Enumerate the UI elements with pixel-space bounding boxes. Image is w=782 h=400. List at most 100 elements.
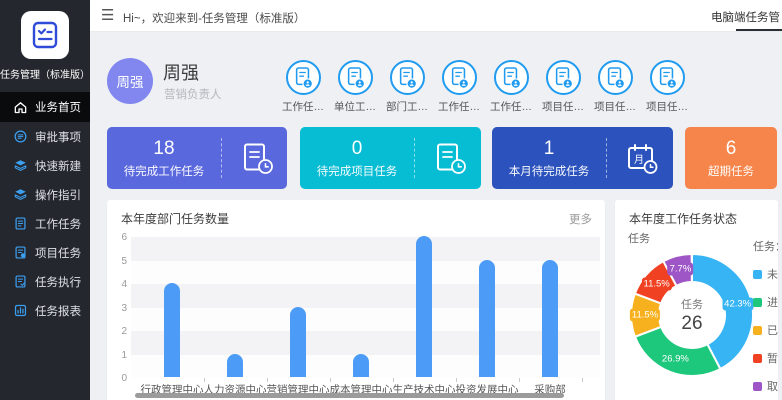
slice-percent-label: 26.9%: [660, 352, 691, 365]
quick-action-4[interactable]: 工作任…: [433, 60, 485, 114]
quick-action-8[interactable]: 项目任…: [641, 60, 693, 114]
bar-行政管理中心: [164, 283, 180, 377]
bar-chart-panel: 本年度部门任务数量 更多 行政管理中心人力资源中心营销管理中心成本管理中心生产技…: [107, 200, 605, 400]
stat-value: 6: [726, 138, 737, 160]
y-axis-tick: 2: [109, 326, 127, 337]
quick-action-label: 部门工…: [381, 99, 433, 114]
chevron-right-icon: ›: [77, 305, 81, 317]
legend-item-3[interactable]: 已: [753, 322, 778, 338]
avatar: 周强: [107, 58, 153, 104]
tab-pc-task[interactable]: 电脑端任务管: [711, 9, 780, 25]
more-link[interactable]: 更多: [569, 211, 592, 227]
bar-人力资源中心: [227, 354, 243, 378]
sidebar-item-6[interactable]: 项目任务›: [0, 238, 90, 267]
task-doc-icon: [286, 60, 321, 95]
legend-item-5[interactable]: 取: [753, 378, 778, 394]
sidebar-item-4[interactable]: 操作指引: [0, 180, 90, 209]
sidebar-item-2[interactable]: 审批事项: [0, 122, 90, 151]
legend-title: 任务：: [753, 238, 778, 254]
quick-action-1[interactable]: 工作任…: [277, 60, 329, 114]
chevron-right-icon: ›: [77, 218, 81, 230]
quick-action-5[interactable]: 工作任…: [485, 60, 537, 114]
sidebar-item-label: 业务首页: [35, 99, 81, 115]
y-axis-tick: 4: [109, 279, 127, 290]
sidebar-item-8[interactable]: 任务报表›: [0, 296, 90, 325]
slice-percent-label: 11.5%: [642, 278, 672, 291]
donut-center-value: 26: [652, 313, 732, 335]
quick-action-label: 项目任…: [641, 99, 693, 114]
stat-card-4[interactable]: 6 超期任务: [685, 127, 777, 189]
stat-card-3[interactable]: 1 本月待完成任务 月: [492, 127, 673, 189]
quick-action-label: 工作任…: [485, 99, 537, 114]
quick-action-2[interactable]: 单位工…: [329, 60, 381, 114]
svg-text:月: 月: [634, 154, 644, 166]
bar-投资发展中心: [479, 260, 495, 378]
quick-action-7[interactable]: 项目任…: [589, 60, 641, 114]
donut-chart-panel: 本年度工作任务状态 任务 任务 26 42.3%26.9%11.5%11.5%7…: [615, 200, 778, 400]
legend-label: 取: [767, 378, 778, 394]
sidebar-item-label: 任务执行: [35, 274, 81, 290]
stat-card-1[interactable]: 18 待完成工作任务: [107, 127, 287, 189]
donut-center-label: 任务: [652, 296, 732, 312]
stat-label: 待完成项目任务: [317, 163, 398, 179]
grid-band: [131, 261, 600, 285]
stat-card-2[interactable]: 0 待完成项目任务: [300, 127, 481, 189]
dashed-divider: [414, 138, 415, 178]
task-doc-icon: [442, 60, 477, 95]
top-header: ☰ Hi~，欢迎来到-任务管理（标准版） 电脑端任务管: [90, 0, 782, 32]
legend-label: 未: [767, 266, 778, 282]
sidebar-item-1[interactable]: 业务首页: [0, 92, 90, 122]
legend-item-2[interactable]: 进: [753, 294, 778, 310]
sidebar-item-7[interactable]: 任务执行›: [0, 267, 90, 296]
sidebar-menu: 业务首页 审批事项 快速新建› 操作指引 工作任务› 项目任务› 任务执行› 任…: [0, 92, 90, 325]
quick-action-label: 工作任…: [433, 99, 485, 114]
donut-center-text: 任务 26: [652, 296, 732, 335]
chevron-right-icon: ›: [77, 160, 81, 172]
home-icon: [13, 100, 28, 115]
hamburger-menu-icon[interactable]: ☰: [101, 6, 114, 24]
legend-color-swatch: [753, 382, 762, 391]
grid-band: [131, 331, 600, 355]
sidebar-item-3[interactable]: 快速新建›: [0, 151, 90, 180]
sidebar-item-label: 快速新建: [35, 158, 81, 174]
quick-action-6[interactable]: 项目任…: [537, 60, 589, 114]
doc-badge-icon: [13, 245, 28, 260]
bar-chart-title: 本年度部门任务数量: [121, 210, 229, 227]
approval-icon: [13, 129, 28, 144]
doc-icon: [13, 216, 28, 231]
y-axis-tick: 0: [109, 373, 127, 384]
legend-item-4[interactable]: 暂: [753, 350, 778, 366]
grid-band: [131, 237, 600, 261]
cube-icon: [13, 158, 28, 173]
donut-chart-title: 本年度工作任务状态: [629, 210, 737, 227]
y-axis-tick: 1: [109, 350, 127, 361]
legend-label: 进: [767, 294, 778, 310]
stat-value: 1: [544, 138, 555, 160]
bar-chart-plot: [131, 237, 600, 378]
sidebar-item-5[interactable]: 工作任务›: [0, 209, 90, 238]
task-doc-icon: [338, 60, 373, 95]
y-axis-tick: 3: [109, 303, 127, 314]
quick-action-3[interactable]: 部门工…: [381, 60, 433, 114]
app-logo: [21, 11, 69, 59]
stat-label: 本月待完成任务: [509, 163, 590, 179]
doc-check-icon: [13, 274, 28, 289]
doc-clock-icon: [240, 142, 276, 176]
legend-item-1[interactable]: 未: [753, 266, 778, 282]
horizontal-scrollbar[interactable]: [135, 393, 564, 398]
stat-value: 18: [153, 138, 174, 160]
stat-label: 待完成工作任务: [124, 163, 205, 179]
legend-color-swatch: [753, 298, 762, 307]
task-doc-icon: [494, 60, 529, 95]
task-doc-icon: [650, 60, 685, 95]
slice-percent-label: 11.5%: [630, 309, 660, 322]
legend-label: 已: [767, 322, 778, 338]
quick-action-label: 工作任…: [277, 99, 329, 114]
user-name: 周强: [163, 59, 199, 85]
bar-成本管理中心: [353, 354, 369, 378]
tab-active-underline: [736, 29, 782, 31]
report-icon: [13, 303, 28, 318]
donut-chart-subtitle: 任务: [628, 230, 650, 246]
dashed-divider: [606, 138, 607, 178]
app-title: 任务管理（标准版）: [0, 66, 90, 81]
